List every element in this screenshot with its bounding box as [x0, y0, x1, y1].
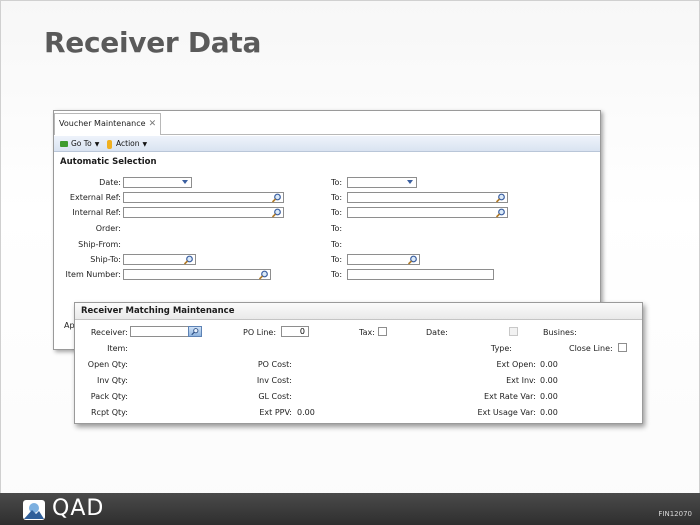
ext-rate-var-label: Ext Rate Var:: [484, 392, 536, 401]
goto-label: Go To: [71, 139, 92, 148]
tab-strip: Voucher Maintenance ✕: [54, 111, 600, 135]
close-line-label: Close Line:: [569, 344, 613, 353]
close-icon[interactable]: ✕: [149, 119, 157, 129]
ext-usage-var-label: Ext Usage Var:: [477, 408, 536, 417]
date-picker[interactable]: [509, 327, 518, 336]
date-label: Date:: [99, 178, 121, 187]
ext-inv-label: Ext Inv:: [506, 376, 536, 385]
business-label: Busines:: [543, 328, 577, 337]
action-button[interactable]: Action ▼: [107, 138, 147, 150]
tax-label: Tax:: [359, 328, 375, 337]
chevron-down-icon: ▼: [142, 141, 148, 148]
hand-icon: [107, 139, 112, 149]
magnifier-icon[interactable]: [258, 270, 269, 280]
ship-to-to-field[interactable]: [347, 254, 420, 265]
tax-checkbox[interactable]: [378, 327, 387, 336]
chevron-down-icon: ▼: [94, 141, 100, 148]
receiver-field[interactable]: [130, 326, 190, 337]
to-label: To:: [331, 224, 343, 233]
arrow-icon: [60, 141, 68, 147]
ext-usage-var-value: 0.00: [540, 408, 558, 417]
tab-voucher-maintenance[interactable]: Voucher Maintenance ✕: [54, 113, 162, 135]
po-line-field[interactable]: 0: [281, 326, 309, 337]
tab-label: Voucher Maintenance: [59, 119, 146, 128]
ship-to-from-field[interactable]: [123, 254, 196, 265]
magnifier-icon[interactable]: [495, 208, 506, 218]
item-number-label: Item Number:: [65, 270, 121, 279]
magnifier-icon[interactable]: [271, 193, 282, 203]
automatic-selection-heading: Automatic Selection: [60, 157, 157, 167]
slide-title: Receiver Data: [44, 26, 262, 59]
type-label: Type:: [490, 344, 512, 353]
close-line-checkbox[interactable]: [618, 343, 627, 352]
magnifier-icon[interactable]: [495, 193, 506, 203]
external-ref-label: External Ref:: [69, 193, 121, 202]
date-label: Date:: [426, 328, 448, 337]
external-ref-from-field[interactable]: [123, 192, 284, 203]
toolbar: Go To ▼ Action ▼: [54, 136, 600, 152]
item-number-from-field[interactable]: [123, 269, 271, 280]
footer-bar: QAD FIN12070: [0, 493, 700, 525]
magnifier-icon[interactable]: [407, 255, 418, 265]
to-label: To:: [331, 193, 343, 202]
to-label: To:: [331, 255, 343, 264]
order-label: Order:: [95, 224, 121, 233]
hidden-field-label: Ap: [64, 321, 75, 330]
magnifier-icon[interactable]: [188, 326, 202, 337]
ext-inv-value: 0.00: [540, 376, 558, 385]
action-label: Action: [116, 139, 140, 148]
receiver-label: Receiver:: [90, 328, 128, 337]
goto-button[interactable]: Go To ▼: [60, 138, 99, 150]
to-label: To:: [331, 178, 343, 187]
to-label: To:: [331, 208, 343, 217]
ext-rate-var-value: 0.00: [540, 392, 558, 401]
ship-to-label: Ship-To:: [90, 255, 121, 264]
external-ref-to-field[interactable]: [347, 192, 508, 203]
date-to-field[interactable]: [347, 177, 417, 188]
internal-ref-to-field[interactable]: [347, 207, 508, 218]
item-number-to-field[interactable]: [347, 269, 494, 280]
receiver-matching-window: Receiver Matching Maintenance Receiver: …: [74, 302, 643, 424]
qad-logo-icon: [23, 500, 45, 520]
magnifier-icon[interactable]: [271, 208, 282, 218]
ext-open-value: 0.00: [540, 360, 558, 369]
slide-code: FIN12070: [658, 510, 692, 518]
ship-from-label: Ship-From:: [78, 240, 121, 249]
magnifier-icon[interactable]: [183, 255, 194, 265]
date-from-field[interactable]: [123, 177, 192, 188]
receiver-matching-title: Receiver Matching Maintenance: [75, 303, 642, 320]
ext-open-label: Ext Open:: [496, 360, 536, 369]
to-label: To:: [331, 240, 343, 249]
chevron-down-icon[interactable]: [405, 178, 416, 187]
po-line-label: PO Line:: [243, 328, 277, 337]
internal-ref-from-field[interactable]: [123, 207, 284, 218]
to-label: To:: [331, 270, 343, 279]
chevron-down-icon[interactable]: [180, 178, 191, 187]
internal-ref-label: Internal Ref:: [72, 208, 121, 217]
brand-name: QAD: [52, 496, 105, 521]
